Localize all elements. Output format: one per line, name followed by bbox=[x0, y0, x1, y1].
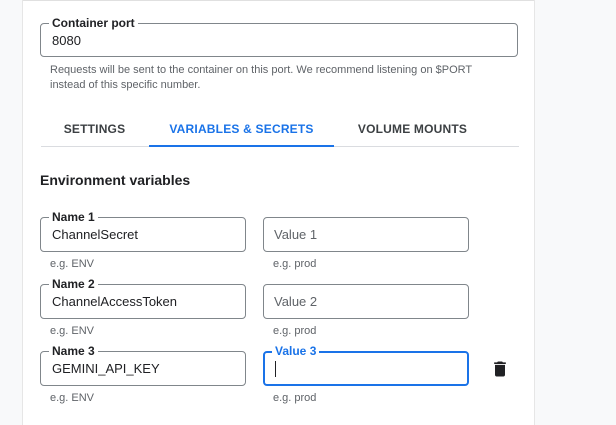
env-value-2-input[interactable] bbox=[274, 285, 458, 318]
tab-volume-mounts[interactable]: VOLUME MOUNTS bbox=[334, 111, 491, 146]
env-name-1-helper: e.g. ENV bbox=[50, 258, 95, 270]
env-value-2-field[interactable] bbox=[263, 284, 469, 319]
env-value-3-helper: e.g. prod bbox=[273, 392, 317, 404]
tab-bar: SETTINGS VARIABLES & SECRETS VOLUME MOUN… bbox=[41, 111, 519, 147]
env-name-2-field[interactable]: Name 2 ChannelAccessToken bbox=[40, 277, 246, 319]
env-value-2-helper: e.g. prod bbox=[273, 325, 317, 337]
env-name-2-helper: e.g. ENV bbox=[50, 325, 95, 337]
env-value-1-field[interactable] bbox=[263, 217, 469, 252]
container-port-value[interactable]: 8080 bbox=[52, 24, 81, 56]
tab-variables-secrets-label: VARIABLES & SECRETS bbox=[169, 121, 314, 136]
tab-volume-mounts-label: VOLUME MOUNTS bbox=[357, 121, 468, 136]
env-name-1-value[interactable]: ChannelSecret bbox=[52, 218, 138, 251]
env-value-1-input[interactable] bbox=[274, 218, 458, 251]
env-vars-title: Environment variables bbox=[40, 172, 191, 188]
container-port-helper: Requests will be sent to the container o… bbox=[50, 64, 472, 91]
env-name-2-value[interactable]: ChannelAccessToken bbox=[52, 285, 177, 318]
env-name-3-value[interactable]: GEMINI_API_KEY bbox=[52, 352, 160, 385]
env-value-3-label: Value 3 bbox=[272, 344, 320, 358]
tab-settings[interactable]: SETTINGS bbox=[41, 111, 148, 146]
panel-top-divider bbox=[23, 0, 534, 1]
env-value-3-field[interactable]: Value 3 bbox=[263, 344, 469, 386]
text-cursor bbox=[275, 361, 276, 377]
env-name-3-field[interactable]: Name 3 GEMINI_API_KEY bbox=[40, 344, 246, 386]
tab-settings-label: SETTINGS bbox=[63, 121, 126, 136]
edit-container-panel: Container port 8080 Requests will be sen… bbox=[22, 0, 535, 425]
active-tab-indicator bbox=[149, 145, 334, 147]
env-value-1-helper: e.g. prod bbox=[273, 258, 317, 270]
tab-variables-secrets[interactable]: VARIABLES & SECRETS bbox=[149, 111, 334, 147]
trash-icon[interactable] bbox=[490, 359, 510, 379]
env-name-1-field[interactable]: Name 1 ChannelSecret bbox=[40, 210, 246, 252]
container-port-field[interactable]: Container port 8080 bbox=[40, 16, 518, 57]
env-name-3-helper: e.g. ENV bbox=[50, 392, 95, 404]
